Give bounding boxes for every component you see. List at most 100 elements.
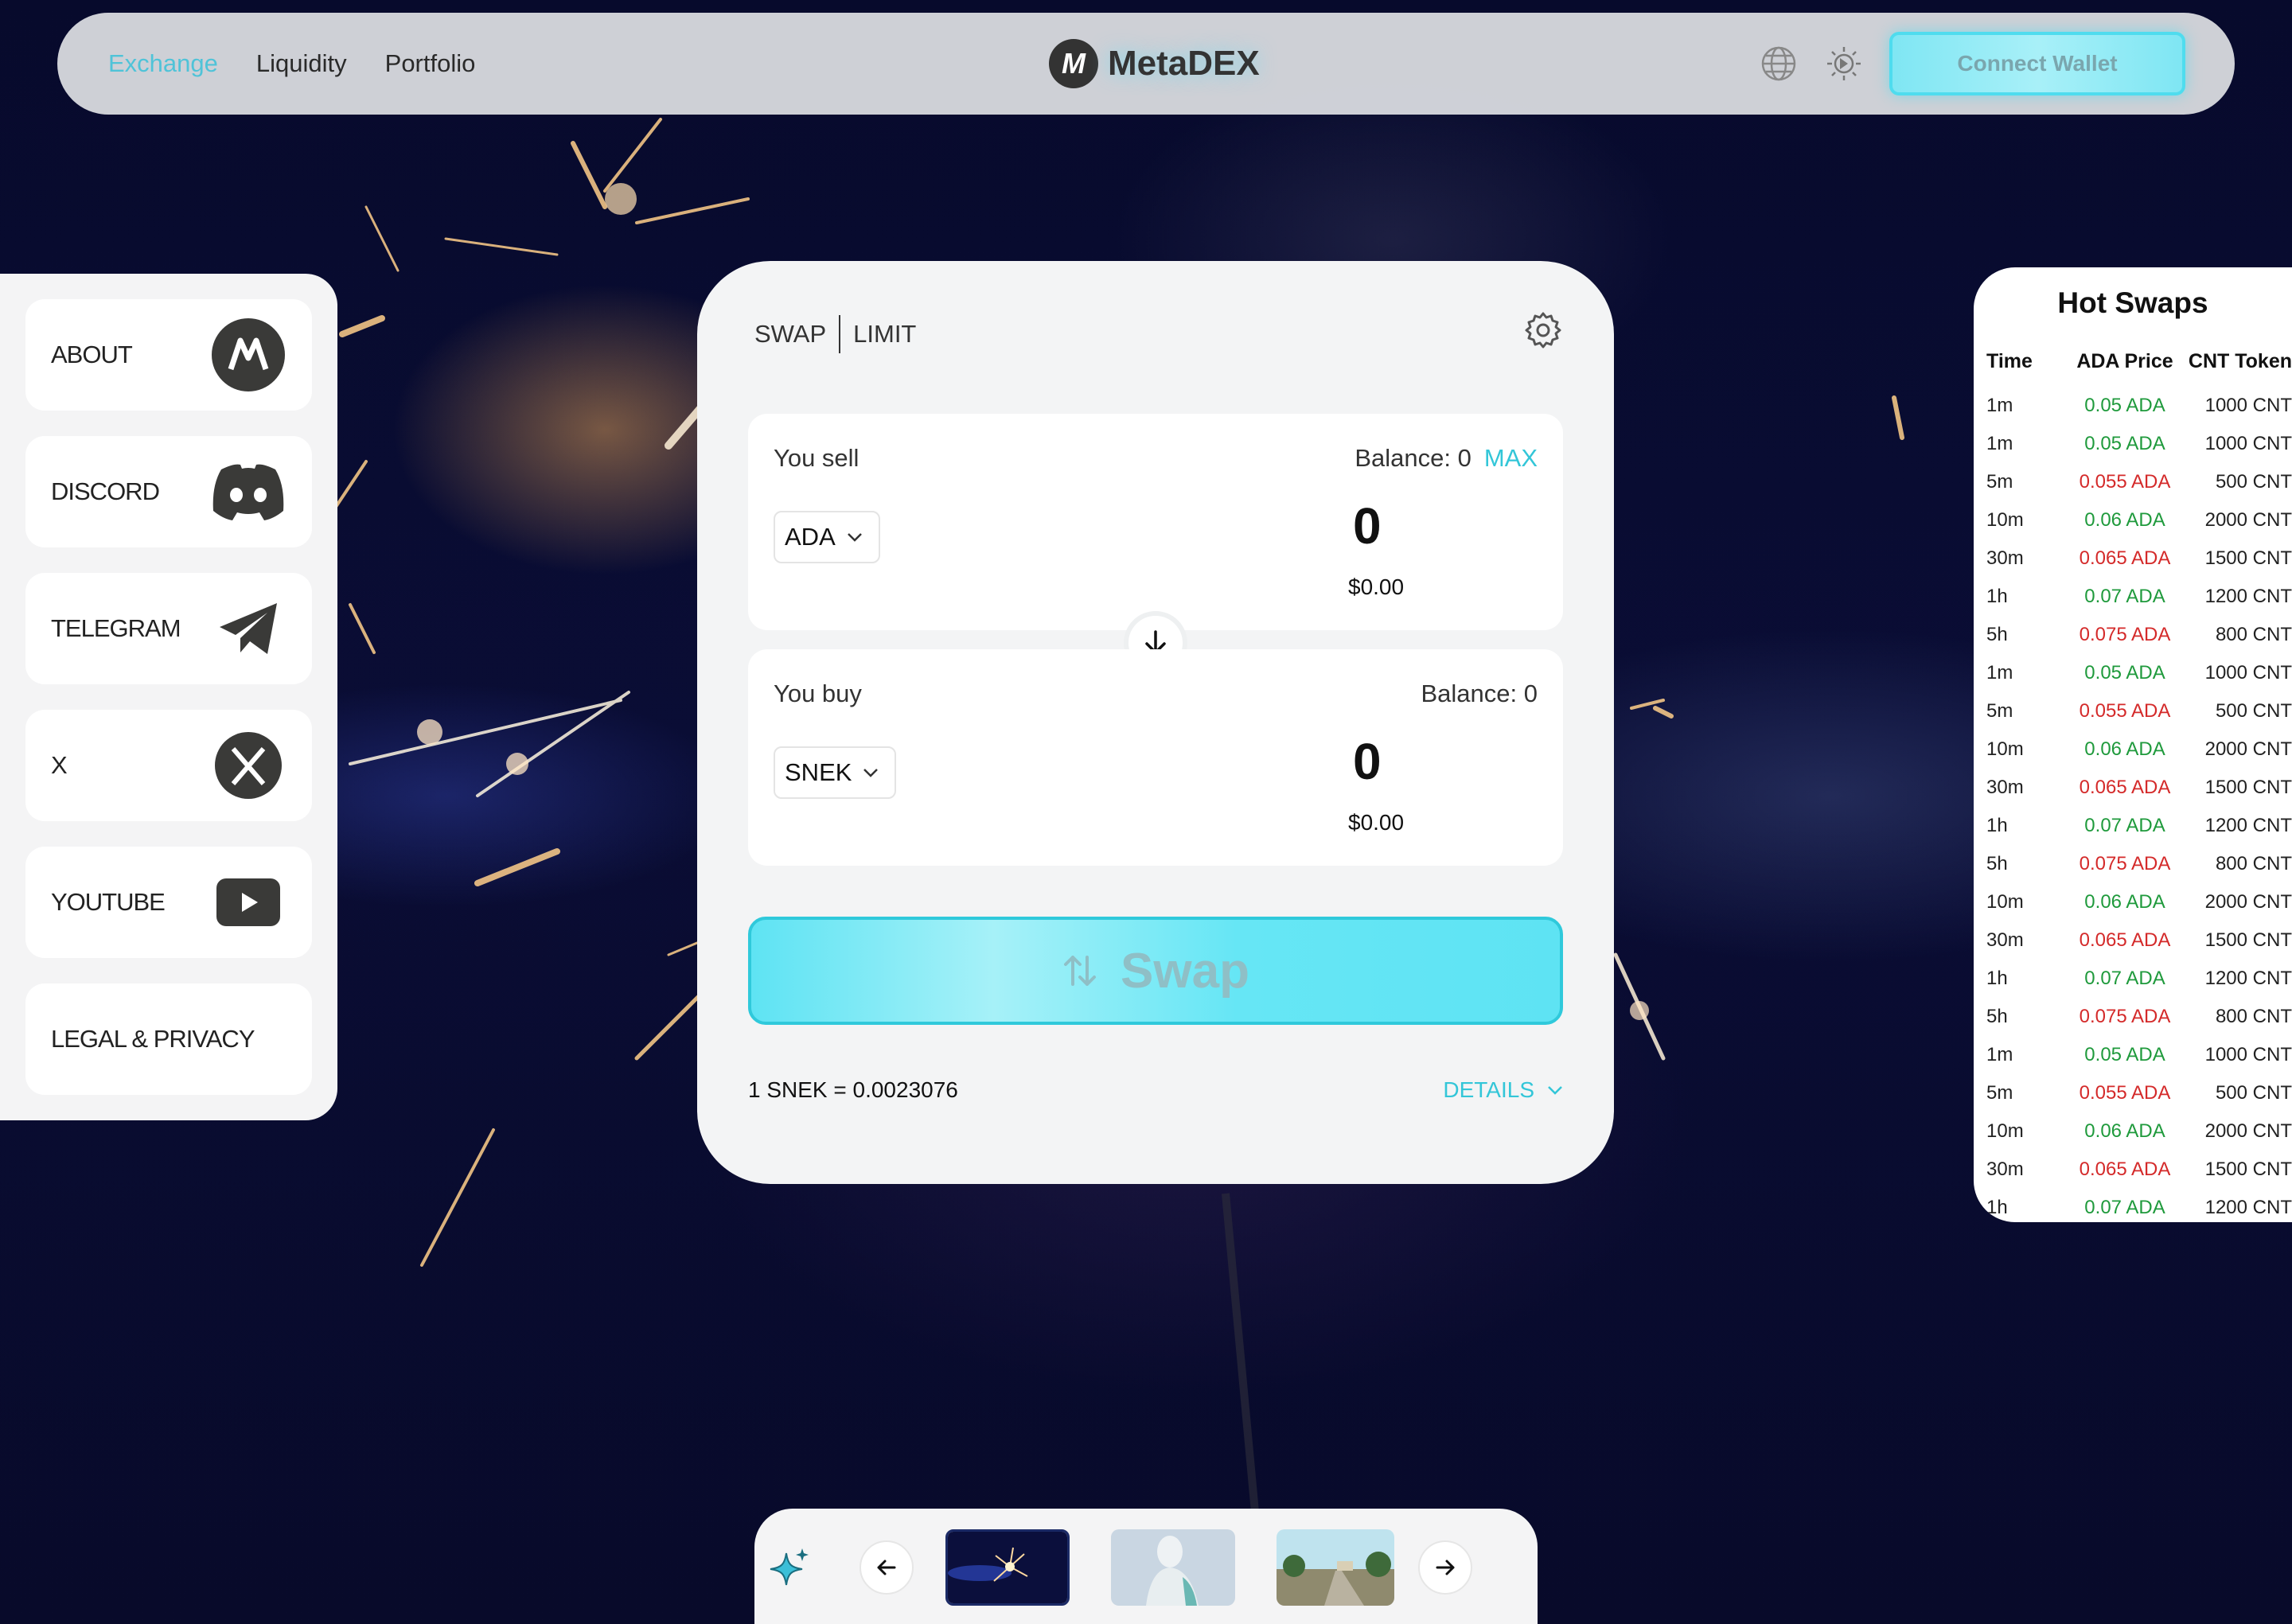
social-about[interactable]: ABOUT (25, 299, 312, 411)
row-ada-price: 0.065 ADA (2079, 929, 2171, 951)
sell-balance-value: Balance: 0 (1355, 444, 1471, 472)
row-ada-price: 0.07 ADA (2084, 968, 2165, 989)
nav-liquidity[interactable]: Liquidity (256, 49, 347, 78)
details-toggle[interactable]: DETAILS (1443, 1077, 1563, 1103)
nav-portfolio[interactable]: Portfolio (385, 49, 476, 78)
table-row[interactable]: 5m 0.055 ADA 500 CNT (1974, 471, 2292, 509)
buy-balance-value: Balance: 0 (1421, 680, 1538, 707)
table-row[interactable]: 5h 0.075 ADA 800 CNT (1974, 1006, 2292, 1044)
table-row[interactable]: 30m 0.065 ADA 1500 CNT (1974, 777, 2292, 815)
table-row[interactable]: 5m 0.055 ADA 500 CNT (1974, 700, 2292, 738)
row-cnt-amount: 1000 CNT (2204, 395, 2292, 416)
row-ada-price: 0.075 ADA (2079, 624, 2171, 645)
table-row[interactable]: 1m 0.05 ADA 1000 CNT (1974, 1044, 2292, 1082)
table-row[interactable]: 1m 0.05 ADA 1000 CNT (1974, 662, 2292, 700)
row-cnt-amount: 500 CNT (2215, 700, 2292, 722)
theme-sun-icon[interactable] (1824, 44, 1864, 84)
social-label: X (51, 751, 68, 779)
top-nav: Exchange Liquidity Portfolio M MetaDEX C… (57, 13, 2235, 115)
table-row[interactable]: 30m 0.065 ADA 1500 CNT (1974, 547, 2292, 586)
table-row[interactable]: 10m 0.06 ADA 2000 CNT (1974, 509, 2292, 547)
row-time: 30m (1986, 777, 2024, 798)
settings-gear-icon[interactable] (1523, 310, 1563, 350)
social-telegram[interactable]: TELEGRAM (25, 573, 312, 684)
row-cnt-amount: 1000 CNT (2204, 1044, 2292, 1065)
row-time: 10m (1986, 509, 2024, 531)
row-cnt-amount: 1200 CNT (2204, 1197, 2292, 1218)
connect-wallet-button[interactable]: Connect Wallet (1889, 32, 2185, 95)
sparkle-icon[interactable] (767, 1547, 812, 1591)
max-button[interactable]: MAX (1484, 444, 1538, 473)
row-cnt-amount: 2000 CNT (2204, 509, 2292, 531)
row-time: 1h (1986, 815, 2008, 836)
buy-token-select[interactable]: SNEK (774, 746, 897, 799)
chevron-down-icon (847, 533, 862, 542)
row-time: 10m (1986, 738, 2024, 760)
brand[interactable]: M MetaDEX (1049, 33, 1260, 94)
table-row[interactable]: 1m 0.05 ADA 1000 CNT (1974, 433, 2292, 471)
table-row[interactable]: 1m 0.05 ADA 1000 CNT (1974, 395, 2292, 433)
social-sidebar: ABOUT DISCORD TELEGRAM X YOUTUBE LEGAL &… (0, 274, 337, 1120)
sell-amount[interactable]: 0 (1353, 497, 1382, 555)
table-row[interactable]: 30m 0.065 ADA 1500 CNT (1974, 1159, 2292, 1197)
row-time: 10m (1986, 891, 2024, 913)
header-cnt-token: CNT Token (2188, 350, 2292, 372)
hot-swaps-list[interactable]: 1m 0.05 ADA 1000 CNT 1m 0.05 ADA 1000 CNT 5m 0.… (1974, 395, 2292, 1222)
row-ada-price: 0.055 ADA (2079, 700, 2171, 722)
arrow-right-icon (1436, 1560, 1455, 1575)
table-row[interactable]: 1h 0.07 ADA 1200 CNT (1974, 586, 2292, 624)
prev-background-button[interactable] (860, 1540, 914, 1595)
hot-swaps-panel: Hot Swaps Time ADA Price CNT Token 1m 0.0… (1974, 267, 2292, 1222)
row-ada-price: 0.06 ADA (2084, 738, 2165, 760)
row-time: 5h (1986, 853, 2008, 874)
telegram-icon (210, 590, 286, 667)
table-row[interactable]: 1h 0.07 ADA 1200 CNT (1974, 1197, 2292, 1222)
table-row[interactable]: 1h 0.07 ADA 1200 CNT (1974, 968, 2292, 1006)
statue-thumbnail[interactable] (1111, 1529, 1235, 1606)
row-time: 1h (1986, 1197, 2008, 1218)
row-cnt-amount: 1200 CNT (2204, 586, 2292, 607)
sparkler-thumbnail[interactable] (945, 1529, 1070, 1606)
social-youtube[interactable]: YOUTUBE (25, 847, 312, 958)
road-thumbnail[interactable] (1277, 1529, 1394, 1606)
mode-tabs: SWAP LIMIT (754, 315, 916, 353)
table-row[interactable]: 5m 0.055 ADA 500 CNT (1974, 1082, 2292, 1120)
nav-exchange[interactable]: Exchange (108, 49, 218, 78)
buy-label: You buy (774, 680, 862, 707)
buy-amount[interactable]: 0 (1353, 732, 1382, 791)
row-time: 1h (1986, 968, 2008, 989)
tab-limit[interactable]: LIMIT (853, 320, 916, 349)
row-time: 30m (1986, 929, 2024, 951)
table-row[interactable]: 5h 0.075 ADA 800 CNT (1974, 853, 2292, 891)
table-row[interactable]: 5h 0.075 ADA 800 CNT (1974, 624, 2292, 662)
social-legal-privacy[interactable]: LEGAL & PRIVACY (25, 983, 312, 1095)
row-ada-price: 0.075 ADA (2079, 853, 2171, 874)
table-row[interactable]: 10m 0.06 ADA 2000 CNT (1974, 738, 2292, 777)
row-time: 5h (1986, 1006, 2008, 1027)
sell-label: You sell (774, 444, 860, 472)
social-discord[interactable]: DISCORD (25, 436, 312, 547)
social-x[interactable]: X (25, 710, 312, 821)
social-label: DISCORD (51, 477, 160, 505)
buy-balance: Balance: 0 (1421, 680, 1538, 708)
tab-swap[interactable]: SWAP (754, 320, 826, 349)
table-row[interactable]: 10m 0.06 ADA 2000 CNT (1974, 1120, 2292, 1159)
swap-button-label: Swap (1121, 943, 1249, 999)
swap-card: SWAP LIMIT You sell Balance: 0 MAX ADA 0… (697, 261, 1614, 1184)
arrow-left-icon (877, 1560, 896, 1575)
sell-token-select[interactable]: ADA (774, 511, 880, 563)
table-row[interactable]: 1h 0.07 ADA 1200 CNT (1974, 815, 2292, 853)
row-ada-price: 0.07 ADA (2084, 1197, 2165, 1218)
row-ada-price: 0.055 ADA (2079, 471, 2171, 493)
table-row[interactable]: 30m 0.065 ADA 1500 CNT (1974, 929, 2292, 968)
row-cnt-amount: 800 CNT (2215, 1006, 2292, 1027)
header-time: Time (1986, 350, 2033, 372)
table-row[interactable]: 10m 0.06 ADA 2000 CNT (1974, 891, 2292, 929)
row-cnt-amount: 800 CNT (2215, 853, 2292, 874)
globe-icon[interactable] (1759, 44, 1799, 84)
next-background-button[interactable] (1418, 1540, 1472, 1595)
swap-button[interactable]: Swap (748, 917, 1563, 1025)
sell-usd-value: $0.00 (1348, 574, 1405, 599)
row-time: 1m (1986, 662, 2013, 683)
social-label: LEGAL & PRIVACY (51, 1025, 255, 1053)
